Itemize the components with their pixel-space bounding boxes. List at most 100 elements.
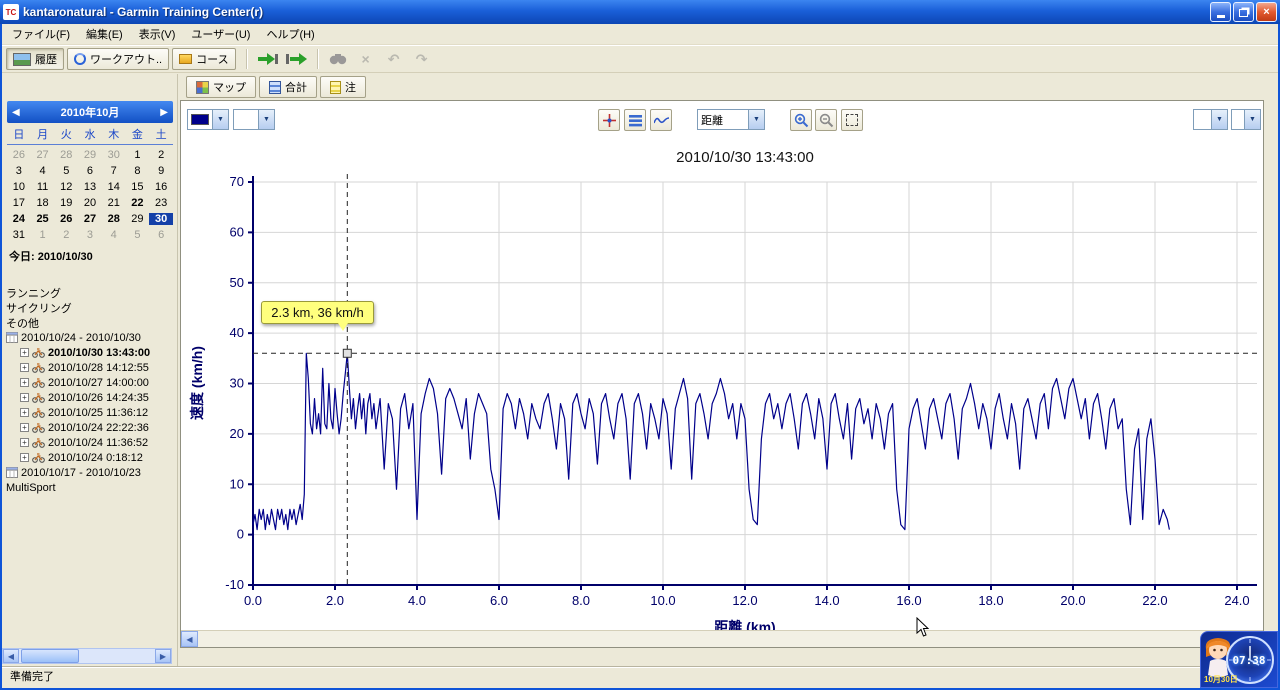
sidebar-item-category[interactable]: その他	[6, 315, 175, 330]
calendar-day[interactable]: 3	[78, 229, 102, 241]
calendar-day[interactable]: 12	[54, 181, 78, 193]
calendar-day[interactable]: 30	[102, 149, 126, 161]
calendar-day[interactable]: 10	[7, 181, 31, 193]
calendar-day[interactable]: 19	[54, 197, 78, 209]
calendar-day[interactable]: 5	[126, 229, 150, 241]
calendar-day[interactable]: 29	[126, 213, 150, 225]
calendar-day[interactable]: 26	[54, 213, 78, 225]
calendar-day[interactable]: 13	[78, 181, 102, 193]
expand-icon[interactable]: +	[20, 363, 29, 372]
minimize-button[interactable]	[1210, 2, 1231, 22]
scroll-thumb[interactable]	[21, 649, 79, 663]
sidebar-item-activity[interactable]: +2010/10/24 22:22:36	[6, 420, 175, 435]
menu-file[interactable]: ファイル(F)	[4, 23, 78, 45]
expand-icon[interactable]: +	[20, 453, 29, 462]
zoom-out-button[interactable]	[815, 109, 837, 131]
calendar-day[interactable]: 26	[7, 149, 31, 161]
calendar-day[interactable]: 20	[78, 197, 102, 209]
calendar-day[interactable]: 28	[102, 213, 126, 225]
calendar-day[interactable]: 1	[31, 229, 55, 241]
calendar-day[interactable]: 24	[7, 213, 31, 225]
calendar-day[interactable]: 11	[31, 181, 55, 193]
calendar-day[interactable]: 2	[54, 229, 78, 241]
menu-edit[interactable]: 編集(E)	[78, 23, 131, 45]
crosshair-mode-button[interactable]	[598, 109, 620, 131]
calendar-day[interactable]: 9	[149, 165, 173, 177]
find-button[interactable]	[325, 48, 351, 70]
calendar-day[interactable]: 4	[31, 165, 55, 177]
menu-user[interactable]: ユーザー(U)	[183, 23, 258, 45]
workout-button[interactable]: ワークアウト..	[67, 48, 170, 70]
calendar-day[interactable]: 18	[31, 197, 55, 209]
receive-from-device-button[interactable]	[282, 48, 308, 70]
x-axis-metric-select[interactable]: 距離 ▼	[697, 109, 765, 130]
scroll-right-icon[interactable]: ▶	[155, 649, 171, 663]
expand-icon[interactable]: +	[20, 348, 29, 357]
sidebar-item-activity[interactable]: +2010/10/24 11:36:52	[6, 435, 175, 450]
calendar-day[interactable]: 17	[7, 197, 31, 209]
scroll-left-icon[interactable]: ◀	[3, 649, 19, 663]
calendar-day[interactable]: 22	[126, 197, 150, 209]
expand-icon[interactable]: +	[20, 438, 29, 447]
tab-notes[interactable]: 注	[320, 76, 366, 98]
sidebar-item-category[interactable]: サイクリング	[6, 300, 175, 315]
sidebar-item-activity[interactable]: +2010/10/30 13:43:00	[6, 345, 175, 360]
menu-help[interactable]: ヘルプ(H)	[258, 23, 322, 45]
sidebar-item-week-group[interactable]: 2010/10/17 - 2010/10/23	[6, 465, 175, 480]
line-color-select[interactable]: ▼	[187, 109, 229, 130]
menu-view[interactable]: 表示(V)	[131, 23, 184, 45]
calendar-day[interactable]: 5	[54, 165, 78, 177]
calendar-day[interactable]: 21	[102, 197, 126, 209]
sidebar-item-activity[interactable]: +2010/10/24 0:18:12	[6, 450, 175, 465]
chart-scroll-left-icon[interactable]: ◀	[181, 631, 198, 647]
right-select-1[interactable]: ▼	[1193, 109, 1228, 130]
zoom-in-button[interactable]	[790, 109, 812, 131]
sidebar-item-activity[interactable]: +2010/10/26 14:24:35	[6, 390, 175, 405]
chart-hscrollbar[interactable]: ◀ ▶	[181, 630, 1263, 647]
secondary-color-select[interactable]: ▼	[233, 109, 275, 130]
grid-lines-button[interactable]	[624, 109, 646, 131]
history-button[interactable]: 履歴	[6, 48, 64, 70]
sidebar-item-week-group[interactable]: 2010/10/24 - 2010/10/30	[6, 330, 175, 345]
calendar-day[interactable]: 3	[7, 165, 31, 177]
sidebar-item-activity[interactable]: +2010/10/27 14:00:00	[6, 375, 175, 390]
calendar-day[interactable]: 14	[102, 181, 126, 193]
calendar-day[interactable]: 16	[149, 181, 173, 193]
line-chart-mode-button[interactable]	[650, 109, 672, 131]
calendar-day[interactable]: 31	[7, 229, 31, 241]
speed-chart[interactable]: 0.0 2.0 4.0 6.0 8.0 10.0 12.0 14.0 16.0 18.0 20.0 2…	[183, 145, 1263, 645]
course-button[interactable]: コース	[172, 48, 236, 70]
calendar-next-icon[interactable]: ▶	[160, 107, 168, 118]
delete-button[interactable]: ×	[353, 48, 379, 70]
calendar-day[interactable]: 6	[78, 165, 102, 177]
calendar-day[interactable]: 15	[126, 181, 150, 193]
calendar-day[interactable]: 27	[78, 213, 102, 225]
calendar-day[interactable]: 30	[149, 213, 173, 225]
sidebar-hscrollbar[interactable]: ◀ ▶	[2, 648, 172, 664]
calendar-day[interactable]: 8	[126, 165, 150, 177]
right-select-2[interactable]: ▼	[1231, 109, 1261, 130]
undo-button[interactable]: ↶	[381, 48, 407, 70]
expand-icon[interactable]: +	[20, 378, 29, 387]
redo-button[interactable]: ↷	[409, 48, 435, 70]
calendar-day[interactable]: 28	[54, 149, 78, 161]
expand-icon[interactable]: +	[20, 408, 29, 417]
calendar-day[interactable]: 4	[102, 229, 126, 241]
calendar-day[interactable]: 1	[126, 149, 150, 161]
calendar-day[interactable]: 25	[31, 213, 55, 225]
calendar-day[interactable]: 6	[149, 229, 173, 241]
calendar-day[interactable]: 7	[102, 165, 126, 177]
maximize-restore-button[interactable]	[1233, 2, 1254, 22]
sidebar-item-activity[interactable]: +2010/10/25 11:36:12	[6, 405, 175, 420]
send-to-device-button[interactable]	[254, 48, 280, 70]
calendar-prev-icon[interactable]: ◀	[12, 107, 20, 118]
tab-totals[interactable]: 合計	[259, 76, 317, 98]
tab-map[interactable]: マップ	[186, 76, 256, 98]
calendar-day[interactable]: 2	[149, 149, 173, 161]
desktop-clock-widget[interactable]: 07:38 10月30日	[1200, 631, 1278, 688]
sidebar-item-multisport[interactable]: MultiSport	[6, 480, 175, 495]
sidebar-item-category[interactable]: ランニング	[6, 285, 175, 300]
calendar-day[interactable]: 27	[31, 149, 55, 161]
sidebar-item-activity[interactable]: +2010/10/28 14:12:55	[6, 360, 175, 375]
zoom-selection-button[interactable]	[841, 109, 863, 131]
